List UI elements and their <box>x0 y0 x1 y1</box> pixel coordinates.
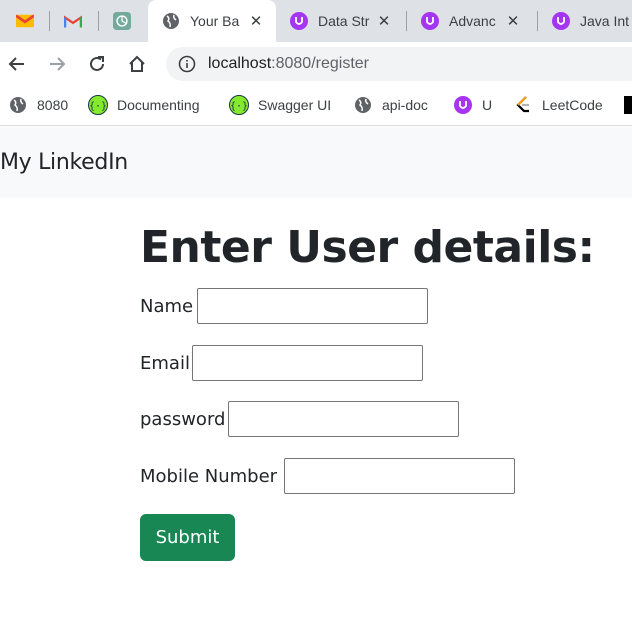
mail-icon <box>16 12 34 30</box>
url-host: localhost <box>208 55 272 72</box>
close-icon[interactable]: ✕ <box>505 12 521 30</box>
bookmark-leetcode[interactable]: LeetCode <box>513 94 603 116</box>
svg-text:{·}: {·} <box>230 101 248 112</box>
address-bar[interactable]: localhost:8080/register <box>166 47 632 81</box>
tab-register[interactable]: Your Ba ✕ <box>148 0 276 42</box>
submit-button[interactable]: Submit <box>140 514 235 561</box>
gmail-icon <box>64 12 82 30</box>
page-title: Enter User details: <box>140 222 595 273</box>
leetcode-icon <box>513 95 533 115</box>
email-label: Email <box>140 353 190 374</box>
tab-separator <box>406 11 407 31</box>
name-input[interactable] <box>197 288 428 324</box>
password-input[interactable] <box>228 401 459 437</box>
back-arrow-icon <box>8 57 24 71</box>
browser-toolbar: localhost:8080/register <box>0 42 632 86</box>
bookmark-label: LeetCode <box>542 97 603 113</box>
tab-title: Java Int <box>580 13 630 29</box>
url-text: localhost:8080/register <box>208 55 369 73</box>
bookmark-api-doc[interactable]: api-doc <box>353 94 428 116</box>
tab-title: Advanc <box>449 13 496 29</box>
udemy-icon <box>453 95 473 115</box>
tab-title: Data Str <box>318 13 370 29</box>
tab-advanced[interactable]: Advanc ✕ <box>421 0 531 42</box>
url-path: :8080/register <box>271 55 369 72</box>
tab-java-interview[interactable]: Java Int <box>552 0 632 42</box>
forward-button[interactable] <box>43 50 71 78</box>
tab-separator <box>98 11 99 31</box>
site-info-icon[interactable] <box>178 55 196 77</box>
bookmarks-bar: 8080 {·} Documenting {·} Swagger UI api-… <box>0 86 632 126</box>
home-button[interactable] <box>123 50 151 78</box>
bookmark-icon <box>624 96 632 114</box>
chatgpt-icon <box>113 12 131 30</box>
bookmark-swagger-ui[interactable]: {·} Swagger UI <box>229 94 331 116</box>
udemy-icon <box>290 12 308 30</box>
globe-icon <box>353 95 373 115</box>
tab-title: Your Ba <box>190 13 240 29</box>
tab-chatgpt[interactable] <box>113 0 131 42</box>
tab-separator <box>49 11 50 31</box>
brand-link[interactable]: My LinkedIn <box>0 150 128 175</box>
svg-text:{·}: {·} <box>89 101 107 112</box>
bookmark-documenting[interactable]: {·} Documenting <box>88 94 200 116</box>
swagger-icon: {·} <box>229 95 249 115</box>
bookmark-label: Documenting <box>117 97 200 113</box>
mobile-number-input[interactable] <box>284 458 515 494</box>
home-icon <box>129 55 145 72</box>
tab-separator <box>537 11 538 31</box>
password-label: password <box>140 409 226 430</box>
forward-arrow-icon <box>50 57 66 71</box>
reload-icon <box>90 56 104 71</box>
bookmark-8080[interactable]: 8080 <box>8 94 68 116</box>
back-button[interactable] <box>3 50 31 78</box>
name-label: Name <box>140 296 194 317</box>
tab-data-structures[interactable]: Data Str ✕ <box>290 0 400 42</box>
tab-mail[interactable] <box>16 0 34 42</box>
udemy-icon <box>421 12 439 30</box>
bookmark-label: U <box>482 97 493 113</box>
bookmark-label: Swagger UI <box>258 97 332 113</box>
close-icon[interactable]: ✕ <box>248 12 264 30</box>
site-navbar: My LinkedIn <box>0 127 632 198</box>
udemy-icon <box>552 12 570 30</box>
bookmark-label: api-doc <box>382 97 428 113</box>
tab-strip: Your Ba ✕ Data Str ✕ Advanc ✕ Java Int <box>0 0 632 42</box>
swagger-icon: {·} <box>88 95 108 115</box>
tab-gmail[interactable] <box>64 0 82 42</box>
bookmark-overflow[interactable] <box>624 94 632 116</box>
reload-button[interactable] <box>83 50 111 78</box>
email-input[interactable] <box>192 345 423 381</box>
globe-icon <box>162 12 180 30</box>
bookmark-label: 8080 <box>37 97 69 113</box>
close-icon[interactable]: ✕ <box>376 12 392 30</box>
globe-icon <box>8 95 28 115</box>
bookmark-udemy[interactable]: U <box>453 94 492 116</box>
mobile-number-label: Mobile Number <box>140 466 278 487</box>
